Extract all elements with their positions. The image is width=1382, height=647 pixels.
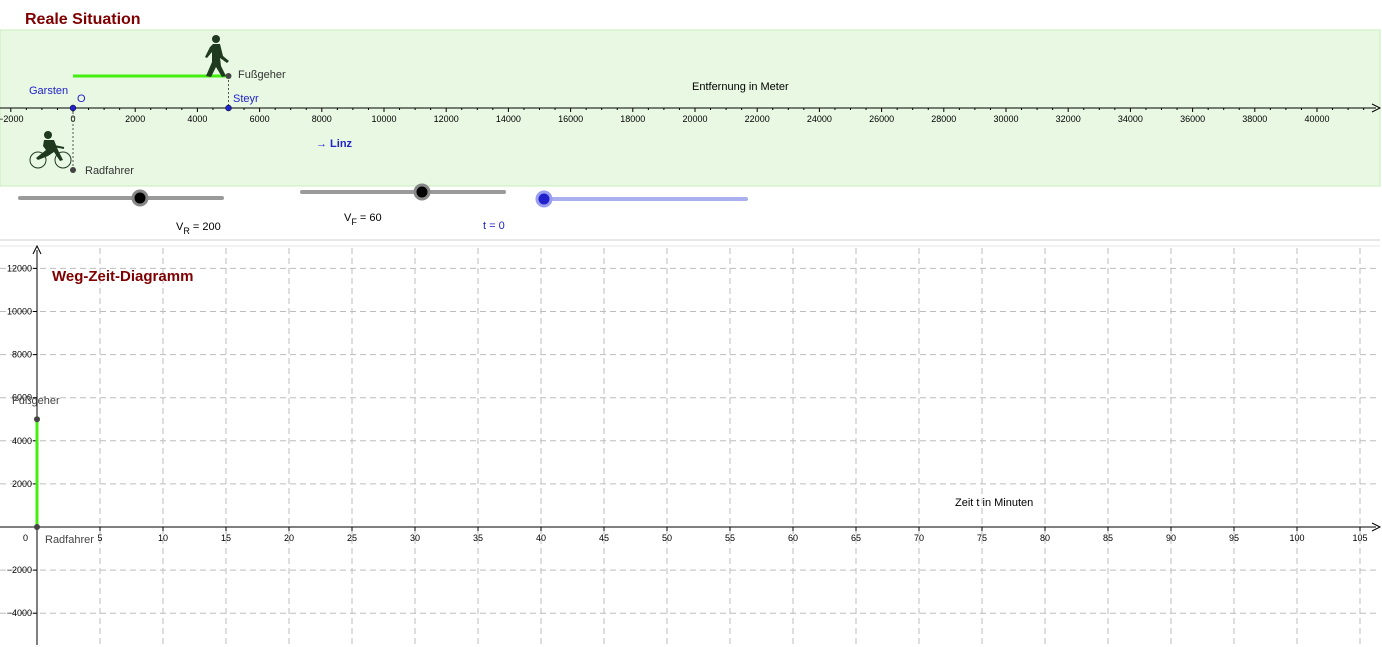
origin-label: O [77, 93, 86, 105]
distance-tick-label: 8000 [312, 114, 332, 124]
chart-x-tick-label: 60 [788, 533, 798, 543]
distance-tick-label: 12000 [434, 114, 459, 124]
chart-x-tick-label: 20 [284, 533, 294, 543]
chart-y-tick-label: −2000 [7, 565, 32, 575]
chart-x-tick-label: 75 [977, 533, 987, 543]
chart-x-tick-label: 100 [1289, 533, 1304, 543]
chart-marks [34, 416, 40, 530]
distance-tick-label: 28000 [931, 114, 956, 124]
distance-tick-label: 40000 [1304, 114, 1329, 124]
chart-x-tick-label: 5 [97, 533, 102, 543]
distance-tick-label: 2000 [125, 114, 145, 124]
chart-x-tick-label: 90 [1166, 533, 1176, 543]
chart-y-tick-label: 8000 [12, 350, 32, 360]
distance-axis-label: Entfernung in Meter [692, 81, 789, 93]
distance-tick-label: 4000 [187, 114, 207, 124]
vf-label-value: = 60 [357, 212, 382, 224]
chart-title: Weg-Zeit-Diagramm [52, 268, 193, 285]
distance-tick-label: 24000 [807, 114, 832, 124]
chart-x-axis-label: Zeit t in Minuten [955, 497, 1033, 509]
walker-point [225, 73, 232, 79]
vr-label-value: = 200 [190, 221, 221, 233]
t-slider-label: t = 0 [483, 220, 505, 232]
distance-tick-label: 0 [70, 114, 75, 124]
chart-x-tick-label: 70 [914, 533, 924, 543]
chart-point-fussgeher [34, 416, 40, 423]
chart-fussgeher-label: Fußgeher [12, 395, 60, 407]
distance-tick-label: 6000 [250, 114, 270, 124]
chart-y-tick-label: 10000 [7, 307, 32, 317]
chart-y-tick-label: 12000 [7, 263, 32, 273]
distance-tick-label: 10000 [371, 114, 396, 124]
fussgeher-label: Fußgeher [238, 69, 286, 81]
vf-slider[interactable] [300, 183, 506, 201]
chart-x-tick-label: 95 [1229, 533, 1239, 543]
chart-x-tick-label: 50 [662, 533, 672, 543]
distance-tick-label: 16000 [558, 114, 583, 124]
garsten-label: Garsten [29, 85, 68, 97]
cyclist-point [70, 167, 76, 173]
chart-axes: 5 10 15 20 25 30 35 40 45 50 55 60 65 70 75 80 85 90 95 100… [0, 244, 1382, 645]
radfahrer-label: Radfahrer [85, 165, 134, 177]
distance-tick-label: 32000 [1056, 114, 1081, 124]
chart-y-tick-label: 4000 [12, 436, 32, 446]
chart-x-tick-label: 25 [347, 533, 357, 543]
chart-grid [0, 248, 1380, 645]
vf-slider-handle[interactable] [413, 183, 431, 201]
chart-x-tick-label: 15 [221, 533, 231, 543]
distance-tick-label: 34000 [1118, 114, 1143, 124]
steyr-label: Steyr [233, 93, 259, 105]
chart-x-tick-label: 45 [599, 533, 609, 543]
vf-slider-label: VF = 60 [344, 212, 382, 227]
vr-slider-label: VR = 200 [176, 221, 221, 236]
chart-y-tick-label: −4000 [7, 608, 32, 618]
distance-tick-label: 14000 [496, 114, 521, 124]
chart-x-tick-label: 10 [158, 533, 168, 543]
t-slider-handle[interactable] [535, 190, 553, 208]
distance-tick-label: 38000 [1242, 114, 1267, 124]
chart-x-tick-label: 40 [536, 533, 546, 543]
t-slider[interactable] [535, 190, 748, 208]
chart-x-tick-label: 105 [1352, 533, 1367, 543]
distance-tick-label: 22000 [745, 114, 770, 124]
chart-point-radfahrer [34, 524, 40, 530]
origin-point[interactable] [69, 104, 77, 112]
chart-radfahrer-label: Radfahrer [45, 534, 94, 546]
chart-x-tick-label: 85 [1103, 533, 1113, 543]
chart-x-tick-label: 55 [725, 533, 735, 543]
chart-x-tick-label: 65 [851, 533, 861, 543]
vr-slider[interactable] [18, 189, 224, 207]
steyr-point[interactable] [225, 104, 232, 112]
distance-tick-label: −2000 [0, 114, 23, 124]
chart-x-tick-label: 80 [1040, 533, 1050, 543]
distance-tick-label: 20000 [682, 114, 707, 124]
chart-origin-label: 0 [23, 533, 28, 543]
distance-tick-label: 26000 [869, 114, 894, 124]
chart-x-tick-label: 35 [473, 533, 483, 543]
linz-direction-label: → Linz [316, 138, 353, 150]
top-title: Reale Situation [25, 11, 141, 28]
applet-canvas: Reale Situation −2000 2000 4000 6000 8000 100… [0, 11, 1382, 645]
distance-tick-label: 36000 [1180, 114, 1205, 124]
distance-tick-label: 18000 [620, 114, 645, 124]
vr-slider-handle[interactable] [131, 189, 149, 207]
chart-y-tick-label: 2000 [12, 479, 32, 489]
chart-x-tick-label: 30 [410, 533, 420, 543]
distance-tick-label: 30000 [993, 114, 1018, 124]
